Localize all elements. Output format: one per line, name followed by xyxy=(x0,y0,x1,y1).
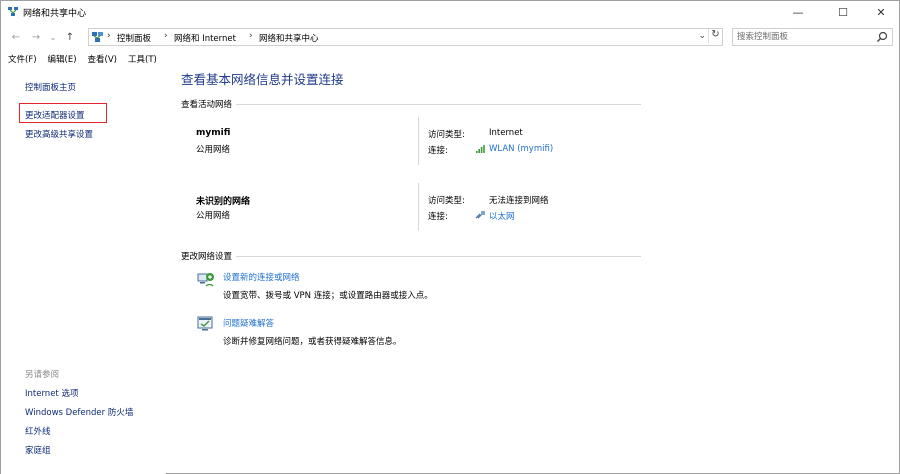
ethernet-icon xyxy=(475,211,485,219)
minimize-button[interactable]: — xyxy=(778,1,818,23)
page-title: 查看基本网络信息并设置连接 xyxy=(181,72,344,87)
forward-button[interactable]: → xyxy=(29,29,43,45)
active-networks-heading: 查看活动网络 xyxy=(181,98,237,110)
menu-edit[interactable]: 编辑(E) xyxy=(48,53,77,67)
see-also-infrared[interactable]: 红外线 xyxy=(25,425,51,437)
setup-new-connection-desc: 设置宽带、拨号或 VPN 连接；或设置路由器或接入点。 xyxy=(223,291,433,301)
change-settings-divider xyxy=(181,256,641,257)
maximize-icon: ☐ xyxy=(838,5,848,19)
menu-file[interactable]: 文件(F) xyxy=(8,53,37,67)
menu-tools[interactable]: 工具(T) xyxy=(128,53,157,67)
menu-bar: 文件(F) 编辑(E) 查看(V) 工具(T) xyxy=(1,53,161,67)
sidebar-change-advanced-sharing[interactable]: 更改高级共享设置 xyxy=(25,128,93,140)
title-bar: 网络和共享中心 — ☐ ✕ xyxy=(1,1,899,23)
new-connection-icon xyxy=(197,273,214,287)
breadcrumb-network-center[interactable]: 网络和共享中心 xyxy=(259,32,319,44)
search-icon[interactable] xyxy=(876,31,888,43)
back-button[interactable]: ← xyxy=(9,29,23,45)
ethernet-connection-link[interactable]: 以太网 xyxy=(489,210,515,222)
up-arrow-icon: ↑ xyxy=(65,31,75,43)
breadcrumb-separator: › xyxy=(249,31,253,41)
troubleshoot-link[interactable]: 问题疑难解答 xyxy=(223,317,274,329)
see-also-homegroup[interactable]: 家庭组 xyxy=(25,444,51,456)
active-networks-divider xyxy=(181,104,641,105)
wifi-signal-icon xyxy=(476,145,485,153)
network-name: mymifi xyxy=(196,128,231,138)
access-type-value: Internet xyxy=(489,128,523,138)
troubleshoot-icon xyxy=(197,316,213,331)
control-panel-icon xyxy=(92,32,103,42)
troubleshoot-desc: 诊断并修复网络问题，或者获得疑难解答信息。 xyxy=(223,337,402,347)
maximize-button[interactable]: ☐ xyxy=(823,1,863,23)
connection-label: 连接: xyxy=(428,212,448,222)
breadcrumb-separator: › xyxy=(107,31,111,41)
search-input[interactable] xyxy=(737,31,872,43)
setup-new-connection-link[interactable]: 设置新的连接或网络 xyxy=(223,271,300,283)
minimize-icon: — xyxy=(792,5,804,19)
address-bar[interactable]: › 控制面板 › 网络和 Internet › 网络和共享中心 ⌄ xyxy=(88,28,723,46)
sidebar-change-adapter-settings[interactable]: 更改适配器设置 xyxy=(25,109,85,121)
refresh-button[interactable]: ↻ xyxy=(708,29,722,43)
wlan-connection-link[interactable]: WLAN (mymifi) xyxy=(489,144,553,154)
chevron-down-icon: ⌄ xyxy=(49,32,57,42)
refresh-icon: ↻ xyxy=(711,29,720,40)
close-icon: ✕ xyxy=(876,5,886,19)
back-arrow-icon: ← xyxy=(11,31,21,43)
up-button[interactable]: ↑ xyxy=(63,29,77,45)
breadcrumb-control-panel[interactable]: 控制面板 xyxy=(117,32,151,44)
see-also-internet-options[interactable]: Internet 选项 xyxy=(25,387,78,399)
network-center-icon xyxy=(8,7,18,16)
navigation-bar: ← → ⌄ ↑ › 控制面板 › 网络和 Internet › 网络和共享中心 … xyxy=(1,27,899,47)
network-type[interactable]: 公用网络 xyxy=(196,209,230,221)
access-type-value: 无法连接到网络 xyxy=(489,196,549,206)
window: 网络和共享中心 — ☐ ✕ ← → ⌄ ↑ › 控制面板 › 网络和 Inter… xyxy=(0,0,900,474)
network-divider xyxy=(418,117,419,165)
access-type-label: 访问类型: xyxy=(428,196,465,206)
menu-view[interactable]: 查看(V) xyxy=(88,53,117,67)
forward-arrow-icon: → xyxy=(31,31,41,43)
breadcrumb-separator: › xyxy=(164,31,168,41)
search-box[interactable] xyxy=(732,28,893,46)
recent-locations-button[interactable]: ⌄ xyxy=(46,29,60,45)
close-button[interactable]: ✕ xyxy=(861,1,900,23)
see-also-heading: 另请参阅 xyxy=(25,370,60,380)
sidebar-control-panel-home[interactable]: 控制面板主页 xyxy=(25,81,76,93)
address-dropdown-icon[interactable]: ⌄ xyxy=(698,31,706,41)
network-name: 未识别的网络 xyxy=(196,197,251,207)
window-title: 网络和共享中心 xyxy=(23,9,87,19)
access-type-label: 访问类型: xyxy=(428,130,465,140)
connection-label: 连接: xyxy=(428,146,448,156)
network-divider xyxy=(418,183,419,231)
breadcrumb-network-internet[interactable]: 网络和 Internet xyxy=(174,32,236,44)
change-settings-heading: 更改网络设置 xyxy=(181,250,237,262)
network-type[interactable]: 公用网络 xyxy=(196,143,230,155)
see-also-defender-firewall[interactable]: Windows Defender 防火墙 xyxy=(25,406,133,418)
